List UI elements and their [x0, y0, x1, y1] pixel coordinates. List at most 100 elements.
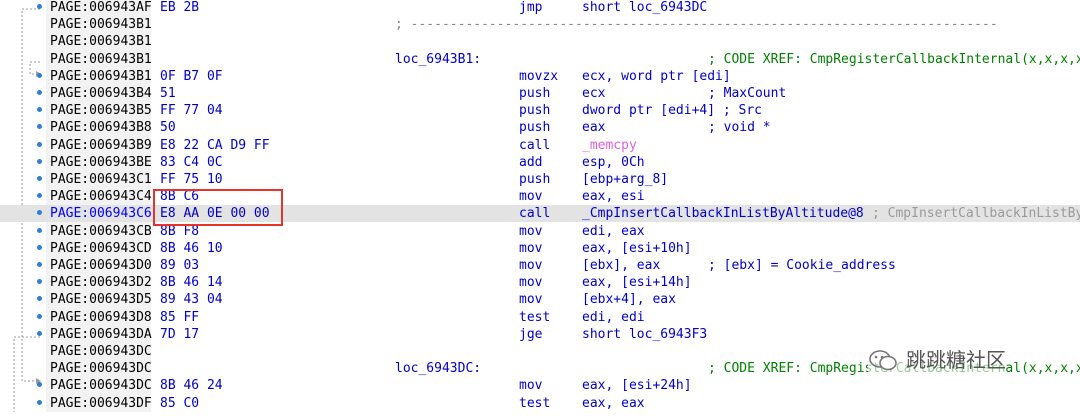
address: PAGE:006943B4	[50, 86, 152, 101]
breakpoint-dot-icon[interactable]	[37, 330, 42, 336]
listing-row[interactable]: PAGE:006943D2 8B 46 14 mov eax, [esi+14h]	[0, 274, 1080, 291]
opcode-bytes: E8 22 CA D9 FF	[160, 137, 270, 153]
breakpoint-dot-icon[interactable]	[37, 244, 42, 250]
address: PAGE:006943D5	[50, 292, 152, 308]
mnemonic: push	[519, 172, 551, 187]
breakpoint-dot-icon[interactable]	[37, 141, 42, 147]
watermark: 跳跳糖社区	[868, 348, 1006, 372]
listing-row[interactable]: PAGE:006943BE 83 C4 0C add esp, 0Ch	[0, 154, 1080, 171]
operands: esp, 0Ch	[582, 154, 645, 170]
breakpoint-dot-icon[interactable]	[37, 72, 42, 78]
listing-row[interactable]: PAGE:006943DA 7D 17 jge short loc_6943F3	[0, 326, 1080, 343]
breakpoint-dot-icon[interactable]	[37, 176, 42, 181]
listing-row[interactable]: PAGE:006943CD 8B 46 10 mov eax, [esi+10h]	[0, 240, 1080, 257]
breakpoint-dot-icon[interactable]	[37, 107, 42, 113]
address: PAGE:006943B1	[50, 17, 152, 33]
mnemonic: mov	[519, 292, 543, 308]
breakpoint-dot-icon[interactable]	[37, 90, 42, 95]
listing-row[interactable]: PAGE:006943C1 FF 75 10 push [ebp+arg_8]	[0, 171, 1080, 188]
address: PAGE:006943BE	[50, 154, 152, 170]
operands: [ebx+4], eax	[582, 292, 676, 308]
address: PAGE:006943CD	[50, 240, 152, 256]
listing-row[interactable]: PAGE:006943B8 50 push eax ; void *	[0, 119, 1080, 136]
opcode-bytes: 83 C4 0C	[160, 154, 223, 170]
mnemonic: push	[519, 120, 551, 136]
opcode-bytes: 85 C0	[160, 395, 200, 411]
listing-row[interactable]: PAGE:006943DC 8B 46 24 mov eax, [esi+24h]	[0, 377, 1080, 394]
operands: eax, esi	[582, 189, 645, 205]
listing-row[interactable]: PAGE:006943B9 E8 22 CA D9 FF call _memcpy	[0, 137, 1080, 154]
address: PAGE:006943C6	[50, 206, 152, 222]
address: PAGE:006943B5	[50, 103, 152, 119]
opcode-bytes: 8B 46 14	[160, 275, 223, 291]
opcode-bytes: 85 FF	[160, 309, 200, 325]
mnemonic: test	[519, 395, 551, 411]
listing-row[interactable]: PAGE:006943AF EB 2B jmp short loc_6943DC	[0, 0, 1080, 16]
mnemonic: mov	[519, 223, 543, 239]
opcode-bytes: 8B 46 24	[160, 378, 223, 394]
address: PAGE:006943B1	[50, 68, 152, 84]
address: PAGE:006943D0	[50, 258, 152, 273]
breakpoint-dot-icon[interactable]	[37, 382, 42, 388]
address: PAGE:006943B1	[50, 51, 152, 67]
mnemonic: mov	[519, 258, 543, 273]
operands: dword ptr [edi+4] ; Src	[582, 103, 763, 119]
address: PAGE:006943DA	[50, 326, 152, 342]
operands: [ebp+arg_8]	[582, 172, 669, 187]
listing-row[interactable]: PAGE:006943D8 85 FF test edi, edi	[0, 309, 1080, 326]
listing-row[interactable]: PAGE:006943D5 89 43 04 mov [ebx+4], eax	[0, 291, 1080, 308]
breakpoint-dot-icon[interactable]	[37, 279, 42, 285]
operands: eax, [esi+10h]	[582, 240, 692, 256]
breakpoint-dot-icon[interactable]	[37, 399, 42, 405]
operands: eax	[582, 120, 606, 136]
comment: ; void *	[708, 120, 771, 136]
operands: eax, eax	[582, 395, 645, 411]
address: PAGE:006943DC	[50, 344, 152, 359]
address: PAGE:006943D2	[50, 275, 152, 291]
code-label: loc_6943B1:	[395, 51, 482, 67]
breakpoint-dot-icon[interactable]	[37, 193, 42, 199]
mnemonic: jmp	[519, 0, 543, 15]
opcode-bytes: 7D 17	[160, 326, 200, 342]
breakpoint-dot-icon[interactable]	[37, 227, 42, 233]
address: PAGE:006943B8	[50, 120, 152, 136]
opcode-bytes: 89 43 04	[160, 292, 223, 308]
address: PAGE:006943B9	[50, 137, 152, 153]
breakpoint-dot-icon[interactable]	[37, 210, 42, 216]
breakpoint-dot-icon[interactable]	[37, 313, 42, 319]
listing-row[interactable]: PAGE:006943B5 FF 77 04 push dword ptr [edi+…	[0, 102, 1080, 119]
operands: edi, eax	[582, 223, 645, 239]
address: PAGE:006943AF	[50, 0, 152, 15]
mnemonic: movzx	[519, 68, 559, 84]
listing-row[interactable]: PAGE:006943B1	[0, 33, 1080, 50]
mnemonic: mov	[519, 189, 543, 205]
operands: _CmpInsertCallbackInListByAltitude@8	[582, 206, 864, 222]
address: PAGE:006943DC	[50, 361, 152, 377]
listing-row[interactable]: PAGE:006943B1 ; -------------------------…	[0, 16, 1080, 33]
breakpoint-dot-icon[interactable]	[37, 124, 42, 130]
code-label: loc_6943DC:	[395, 361, 482, 377]
separator-line: ; --------------------------------------…	[395, 17, 998, 33]
operands: [ebx], eax	[582, 258, 661, 273]
listing-row[interactable]: PAGE:006943B1 loc_6943B1: ; CODE XREF: Cmp…	[0, 51, 1080, 68]
opcode-bytes: EB 2B	[160, 0, 200, 15]
breakpoint-dot-icon[interactable]	[37, 4, 42, 9]
listing-row[interactable]: PAGE:006943D0 89 03 mov [ebx], eax ; [ebx] =…	[0, 257, 1080, 274]
breakpoint-dot-icon[interactable]	[37, 262, 42, 267]
mnemonic: push	[519, 103, 551, 119]
listing-row[interactable]: PAGE:006943B4 51 push ecx ; MaxCount	[0, 85, 1080, 102]
opcode-bytes: 50	[160, 120, 176, 136]
breakpoint-dot-icon[interactable]	[37, 158, 42, 164]
listing-row[interactable]: PAGE:006943B1 0F B7 0F movzx ecx, word ptr …	[0, 68, 1080, 85]
opcode-bytes: FF 77 04	[160, 103, 223, 119]
watermark-text: 跳跳糖社区	[906, 348, 1006, 372]
mnemonic: add	[519, 154, 543, 170]
opcode-bytes: 8B 46 10	[160, 240, 223, 256]
mnemonic: mov	[519, 378, 543, 394]
address: PAGE:006943CB	[50, 223, 152, 239]
breakpoint-dot-icon[interactable]	[37, 296, 42, 302]
opcode-bytes: FF 75 10	[160, 172, 223, 187]
listing-row[interactable]: PAGE:006943DF 85 C0 test eax, eax	[0, 395, 1080, 412]
address: PAGE:006943D8	[50, 309, 152, 325]
wechat-icon	[869, 350, 897, 371]
